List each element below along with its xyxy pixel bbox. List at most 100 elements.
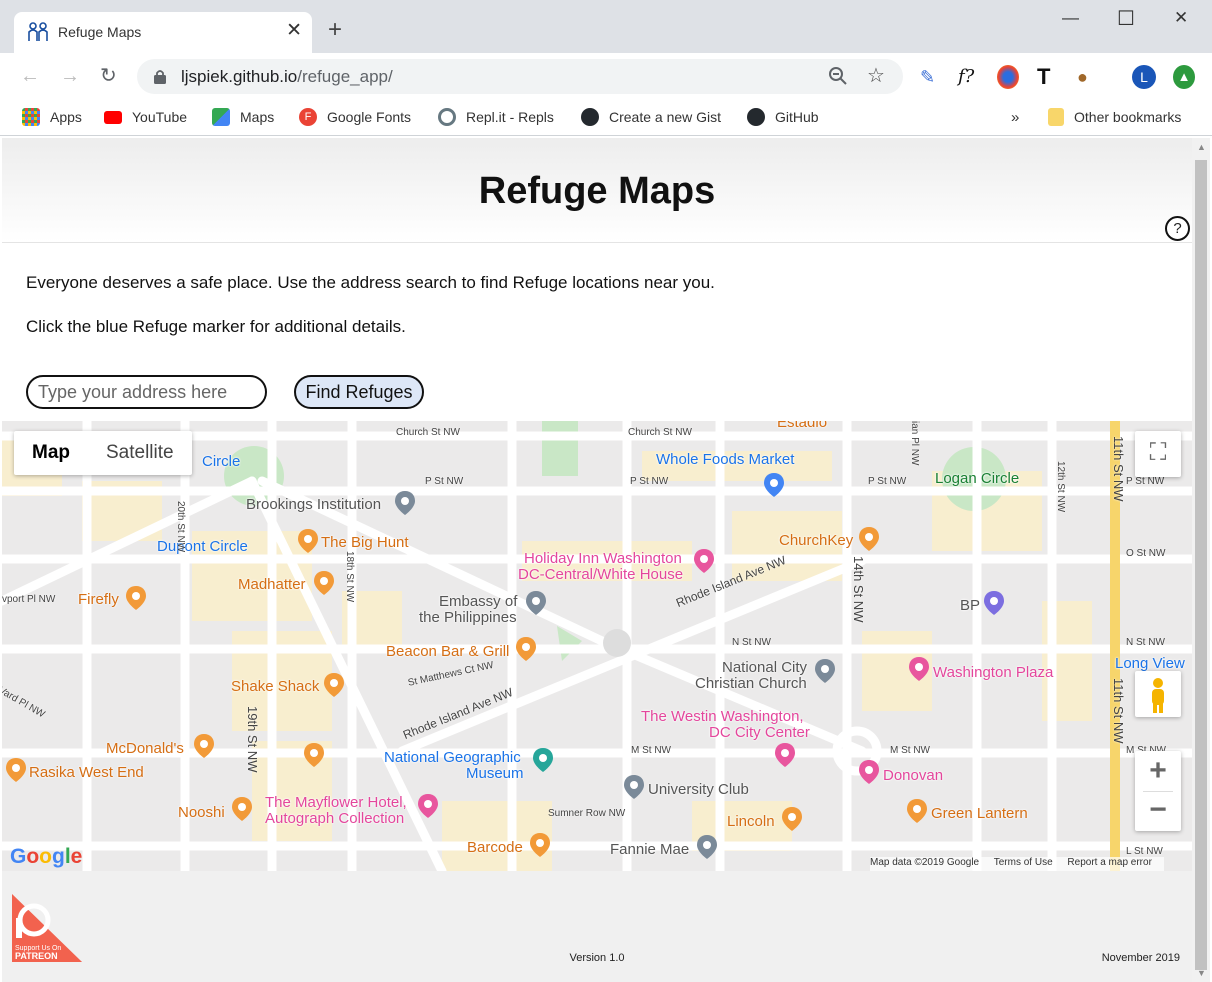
restaurant-pin-icon[interactable] [126, 586, 146, 610]
map-label[interactable]: Washington Plaza [933, 664, 1053, 681]
eyedropper-extension-icon[interactable]: ✎ [920, 65, 935, 89]
map-label[interactable]: Estadio [777, 421, 827, 431]
map-pin-icon[interactable] [697, 835, 717, 859]
restaurant-pin-icon[interactable] [304, 743, 324, 767]
map-label[interactable]: University Club [648, 781, 749, 798]
map-type-map-button[interactable]: Map [14, 431, 88, 475]
google-map[interactable]: Estadio Circle Whole Foods Market Logan … [2, 421, 1192, 871]
other-bookmarks[interactable]: Other bookmarks [1048, 107, 1181, 127]
map-label[interactable]: Embassy of [439, 593, 517, 610]
map-label[interactable]: DC City Center [709, 724, 810, 741]
map-label[interactable]: Barcode [467, 839, 523, 856]
scrollbar-thumb[interactable] [1195, 160, 1207, 970]
new-tab-icon[interactable]: + [328, 18, 342, 42]
restaurant-pin-icon[interactable] [232, 797, 252, 821]
museum-pin-icon[interactable] [533, 748, 553, 772]
scroll-down-icon[interactable]: ▼ [1197, 968, 1206, 978]
map-label[interactable]: McDonald's [106, 740, 184, 757]
grocery-pin-icon[interactable] [764, 473, 784, 497]
hotel-pin-icon[interactable] [694, 549, 714, 573]
bookmark-replit[interactable]: Repl.it - Repls [438, 107, 554, 127]
restaurant-pin-icon[interactable] [516, 637, 536, 661]
cookie-extension-icon[interactable]: ● [1077, 65, 1088, 89]
bookmark-maps[interactable]: Maps [212, 107, 274, 127]
typography-extension-icon[interactable]: T [1037, 65, 1050, 89]
minimize-icon[interactable]: — [1062, 8, 1079, 28]
map-label[interactable]: Autograph Collection [265, 810, 404, 827]
scroll-up-icon[interactable]: ▲ [1197, 142, 1206, 152]
page-scrollbar[interactable]: ▲ ▼ [1192, 138, 1210, 982]
map-pin-icon[interactable] [395, 491, 415, 515]
address-input[interactable] [26, 375, 267, 409]
restaurant-pin-icon[interactable] [194, 734, 214, 758]
bookmarks-overflow-button[interactable]: » [1011, 107, 1019, 127]
help-button[interactable]: ? [1165, 216, 1190, 241]
bookmark-create-gist[interactable]: Create a new Gist [581, 107, 721, 127]
forward-arrow-icon[interactable]: → [60, 65, 80, 87]
restaurant-pin-icon[interactable] [6, 758, 26, 782]
zoom-icon[interactable] [827, 65, 849, 87]
map-label[interactable]: Brookings Institution [246, 496, 381, 513]
address-bar[interactable]: ljspiek.github.io/refuge_app/ ☆ [137, 59, 903, 94]
map-label[interactable]: Christian Church [695, 675, 807, 692]
map-label[interactable]: Donovan [883, 767, 943, 784]
update-arrow-icon[interactable]: ▲ [1173, 65, 1195, 89]
bookmark-youtube[interactable]: YouTube [104, 107, 187, 127]
church-pin-icon[interactable] [815, 659, 835, 683]
map-label[interactable]: The Big Hunt [321, 534, 409, 551]
terms-link[interactable]: Terms of Use [994, 857, 1053, 868]
hotel-pin-icon[interactable] [909, 657, 929, 681]
profile-avatar[interactable]: L [1132, 65, 1156, 89]
tab-close-icon[interactable]: ✕ [286, 21, 302, 41]
fullscreen-icon[interactable]: ⛶ [1135, 431, 1181, 477]
bar-pin-icon[interactable] [907, 799, 927, 823]
map-label[interactable]: Long View [1115, 655, 1185, 672]
restaurant-pin-icon[interactable] [782, 807, 802, 831]
bar-pin-icon[interactable] [298, 529, 318, 553]
map-label[interactable]: Logan Circle [935, 470, 1019, 487]
map-label[interactable]: Beacon Bar & Grill [386, 643, 509, 660]
gas-station-pin-icon[interactable] [984, 591, 1004, 615]
restaurant-pin-icon[interactable] [314, 571, 334, 595]
map-label[interactable]: National Geographic [384, 749, 521, 766]
report-error-link[interactable]: Report a map error [1067, 857, 1151, 868]
find-refuges-button[interactable]: Find Refuges [294, 375, 424, 409]
map-type-satellite-button[interactable]: Satellite [88, 431, 192, 475]
street-view-pegman-icon[interactable] [1135, 671, 1181, 717]
map-label[interactable]: Museum [466, 765, 524, 782]
map-label[interactable]: Holiday Inn Washington [524, 550, 682, 567]
map-label[interactable]: Nooshi [178, 804, 225, 821]
map-label[interactable]: the Philippines [419, 609, 517, 626]
map-label[interactable]: Madhatter [238, 576, 306, 593]
hotel-pin-icon[interactable] [418, 794, 438, 818]
restaurant-pin-icon[interactable] [324, 673, 344, 697]
map-label[interactable]: ChurchKey [779, 532, 853, 549]
bookmark-apps[interactable]: Apps [22, 107, 82, 127]
bookmark-github[interactable]: GitHub [747, 107, 819, 127]
map-label[interactable]: Circle [202, 453, 240, 470]
maximize-icon[interactable]: ☐ [1117, 6, 1135, 31]
reload-icon[interactable]: ↻ [100, 65, 117, 87]
color-extension-icon[interactable] [997, 65, 1019, 89]
bar-pin-icon[interactable] [859, 527, 879, 551]
map-label[interactable]: The Westin Washington, [641, 708, 804, 725]
map-label[interactable]: Firefly [78, 591, 119, 608]
map-pin-icon[interactable] [624, 775, 644, 799]
map-label[interactable]: BP [960, 597, 980, 614]
zoom-in-icon[interactable]: + [1135, 751, 1181, 791]
hotel-pin-icon[interactable] [775, 743, 795, 767]
restaurant-pin-icon[interactable] [530, 833, 550, 857]
map-label[interactable]: DC-Central/White House [518, 566, 683, 583]
google-logo[interactable]: Google [10, 845, 82, 869]
map-label[interactable]: Dupont Circle [157, 538, 248, 555]
map-label[interactable]: Fannie Mae [610, 841, 689, 858]
window-close-icon[interactable]: ✕ [1174, 8, 1188, 28]
map-label[interactable]: The Mayflower Hotel, [265, 794, 407, 811]
map-label[interactable]: Rasika West End [29, 764, 144, 781]
bookmark-google-fonts[interactable]: F Google Fonts [299, 107, 411, 127]
back-arrow-icon[interactable]: ← [20, 65, 40, 87]
font-extension-icon[interactable]: f? [958, 65, 974, 89]
bookmark-star-icon[interactable]: ☆ [867, 63, 885, 88]
hotel-pin-icon[interactable] [859, 760, 879, 784]
map-label[interactable]: Shake Shack [231, 678, 319, 695]
